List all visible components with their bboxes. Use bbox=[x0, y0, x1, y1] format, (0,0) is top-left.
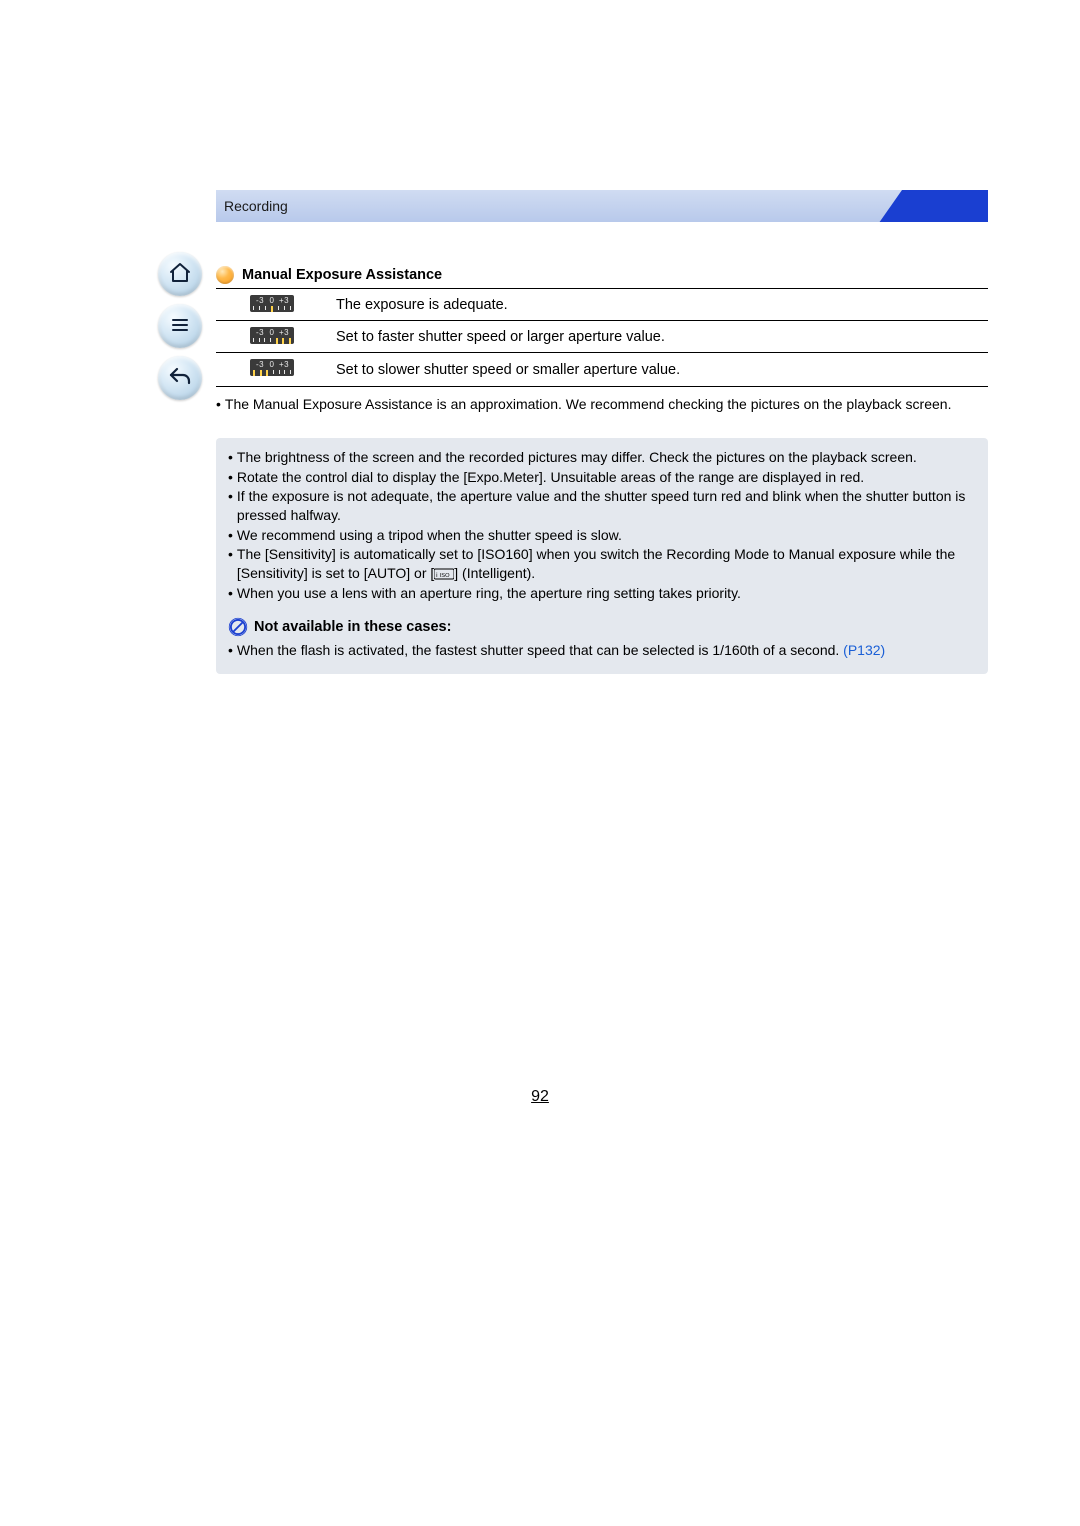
page-link[interactable]: (P132) bbox=[843, 642, 885, 658]
section-title: Manual Exposure Assistance bbox=[242, 267, 442, 283]
table-row: -30+3 The exposure is adequate. bbox=[216, 289, 988, 321]
table-cell: Set to faster shutter speed or larger ap… bbox=[328, 321, 988, 353]
note-item: • When the flash is activated, the faste… bbox=[228, 641, 976, 660]
svg-text:i: i bbox=[436, 572, 437, 579]
not-available-heading: Not available in these cases: bbox=[228, 617, 976, 637]
notes-box: •The brightness of the screen and the re… bbox=[216, 438, 988, 674]
intelligent-iso-icon: iISO bbox=[434, 568, 454, 580]
note-item: •We recommend using a tripod when the sh… bbox=[228, 526, 976, 545]
note-item: •The brightness of the screen and the re… bbox=[228, 448, 976, 467]
table-row: -30+3 Set to slower shutter speed or sma… bbox=[216, 353, 988, 387]
exposure-meter-icon: -30+3 bbox=[250, 295, 294, 312]
note-item: • The [Sensitivity] is automatically set… bbox=[228, 545, 976, 584]
note-item: • The Manual Exposure Assistance is an a… bbox=[216, 395, 988, 414]
prohibited-icon bbox=[228, 617, 248, 637]
exposure-table: -30+3 The exposure is adequate. -30+3 Se… bbox=[216, 289, 988, 387]
section-heading: Manual Exposure Assistance bbox=[216, 266, 988, 289]
table-row: -30+3 Set to faster shutter speed or lar… bbox=[216, 321, 988, 353]
exposure-meter-icon: -30+3 bbox=[250, 359, 294, 376]
svg-text:ISO: ISO bbox=[440, 573, 450, 579]
exposure-meter-icon: -30+3 bbox=[250, 327, 294, 344]
breadcrumb: Recording bbox=[224, 198, 288, 214]
note-item: •Rotate the control dial to display the … bbox=[228, 468, 976, 487]
table-cell: Set to slower shutter speed or smaller a… bbox=[328, 353, 988, 387]
table-cell: The exposure is adequate. bbox=[328, 289, 988, 321]
bullet-icon bbox=[216, 266, 234, 284]
not-available-title: Not available in these cases: bbox=[254, 617, 451, 637]
page-number: 92 bbox=[0, 1088, 1080, 1106]
note-item: •If the exposure is not adequate, the ap… bbox=[228, 487, 976, 526]
section-header: Recording bbox=[216, 190, 988, 222]
note-item: •When you use a lens with an aperture ri… bbox=[228, 584, 976, 603]
